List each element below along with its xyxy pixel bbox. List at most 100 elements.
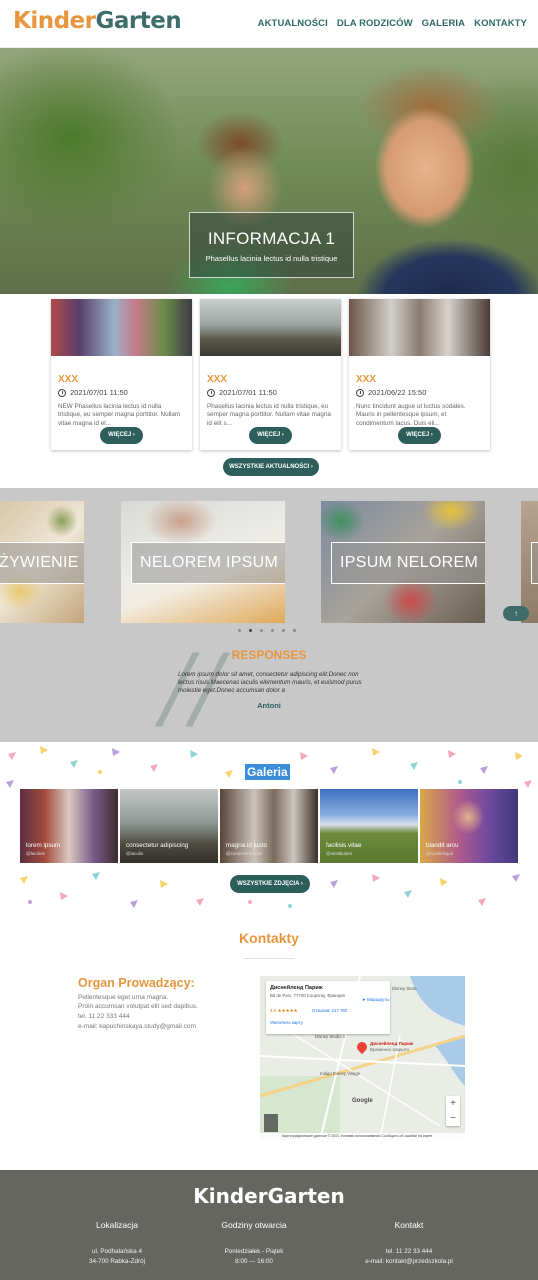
google-logo: Google — [352, 1098, 373, 1104]
news-card: XXX 2021/07/01 11:50 Phasellus lacinia l… — [200, 299, 341, 450]
carousel-dot[interactable] — [282, 629, 285, 632]
news-card-title[interactable]: XXX — [58, 374, 78, 385]
responses-text: Lorem ipsum dolor sit amet, consectetur … — [178, 671, 362, 694]
organ-title: Organ Prowadzący: — [78, 976, 195, 990]
clock-icon — [207, 388, 215, 397]
responses-author: Antoni — [257, 701, 281, 710]
logo-text-garten: Garten — [95, 8, 182, 34]
hero-title: INFORMACJA 1 — [207, 229, 336, 248]
gallery-subcaption: @iaculis — [126, 851, 144, 856]
footer-line: ul. Podhalańska 4 — [91, 1248, 143, 1255]
carousel-dot-active[interactable] — [249, 629, 252, 632]
map-route-link[interactable]: ➤ Маршруты — [362, 997, 389, 1003]
gallery-title: Galeria — [245, 764, 290, 780]
gallery-item[interactable]: facilisis vitae @vestibulum — [320, 789, 418, 863]
chevron-right-icon: › — [132, 432, 135, 438]
main-nav: AKTUALNOŚCI DLA RODZICÓW GALERIA KONTAKT… — [258, 18, 527, 29]
news-card-date: 2021/07/01 11:50 — [58, 388, 128, 397]
gallery-caption: facilisis vitae — [326, 842, 362, 849]
gallery-subcaption: @facilisis — [26, 851, 46, 856]
gallery-subcaption: @vestibulum — [326, 851, 353, 856]
scroll-to-top-button[interactable]: ↑ — [503, 606, 529, 621]
more-button-label: WIĘCEJ — [108, 432, 132, 438]
nav-link-aktualnosci[interactable]: AKTUALNOŚCI — [258, 18, 328, 29]
organ-phone: tel. 11 22 333 444 — [78, 1013, 130, 1020]
gallery-caption: magna id justo — [226, 842, 267, 849]
gallery-caption: blandit arcu — [426, 842, 459, 849]
carousel-slide[interactable]: IPSUM NELOREM — [321, 501, 485, 623]
footer-logo[interactable]: KinderGarten — [0, 1184, 538, 1208]
footer-line: 34-700 Rabka-Zdrój — [88, 1257, 145, 1265]
news-card-date: 2021/06/22 15:50 — [356, 388, 426, 397]
all-photos-label: WSZYSTKIE ZDJĘCIA — [237, 881, 300, 887]
nav-link-galeria[interactable]: GALERIA — [422, 18, 465, 29]
carousel-dot[interactable] — [271, 629, 274, 632]
map-attribution[interactable]: Картографические данные © 2021 Условия и… — [260, 1133, 465, 1140]
footer-column-location: Lokalizacja ul. Podhalańska 4 34-700 Rab… — [47, 1220, 187, 1266]
gallery-item[interactable]: magna id justo @consectetur|nisl — [220, 789, 318, 863]
news-card: XXX 2021/07/01 11:50 NEW Phasellus lacin… — [51, 299, 192, 450]
carousel-slide[interactable]: NELOREM IPSUM — [121, 501, 285, 623]
carousel-section: ŻYWIENIE NELOREM IPSUM IPSUM NELOREM ↑ /… — [0, 488, 538, 742]
gallery-caption: lorem ipsum — [26, 842, 61, 849]
gallery-row: lorem ipsum @facilisis consectetur adipi… — [20, 789, 518, 863]
clock-icon — [356, 388, 364, 397]
map-place-label: Disney Studio 1 — [315, 1034, 346, 1039]
gallery-item[interactable]: lorem ipsum @facilisis — [20, 789, 118, 863]
map-info-card: Диснейленд Париж Bd de Parc, 77700 Coupv… — [266, 981, 390, 1034]
news-card-title[interactable]: XXX — [207, 374, 227, 385]
map-zoom-controls: + − — [446, 1096, 460, 1126]
all-photos-button[interactable]: WSZYSTKIE ZDJĘCIA › — [230, 875, 310, 893]
news-card-more-button[interactable]: WIĘCEJ › — [398, 427, 441, 444]
slide-label: NELOREM IPSUM — [131, 542, 285, 584]
news-card-more-button[interactable]: WIĘCEJ › — [249, 427, 292, 444]
hero-caption-box[interactable]: INFORMACJA 1 Phasellus lacinia lectus id… — [189, 212, 354, 278]
footer-heading: Kontakt — [394, 1220, 424, 1230]
map-place-label: Indigo Disney Village — [320, 1071, 361, 1076]
news-card-date-text: 2021/06/22 15:50 — [368, 388, 427, 397]
organ-line: Proin accumsan volutpat elit sed dapibus… — [78, 1003, 198, 1010]
footer-heading: Lokalizacja — [95, 1220, 139, 1230]
gallery-caption: consectetur adipiscing — [126, 842, 189, 849]
carousel-dot[interactable] — [238, 629, 241, 632]
news-card-more-button[interactable]: WIĘCEJ › — [100, 427, 143, 444]
gallery-item[interactable]: blandit arcu @scelerisque — [420, 789, 518, 863]
carousel-slide[interactable]: ŻYWIENIE — [0, 501, 84, 623]
carousel-dot[interactable] — [260, 629, 263, 632]
nav-link-kontakty[interactable]: KONTAKTY — [474, 18, 527, 29]
carousel-slide-partial[interactable] — [521, 501, 538, 623]
news-card-image[interactable] — [200, 299, 341, 356]
map-place-label: Disney Store — [392, 986, 417, 991]
news-cards: XXX 2021/07/01 11:50 NEW Phasellus lacin… — [51, 299, 490, 450]
news-card-image[interactable] — [349, 299, 490, 356]
gallery-item[interactable]: consectetur adipiscing @iaculis — [120, 789, 218, 863]
embedded-map[interactable]: Disney Studio 1 Indigo Disney Village Di… — [260, 976, 465, 1140]
zoom-in-button[interactable]: + — [446, 1096, 460, 1111]
map-route-label: Маршруты — [367, 997, 390, 1002]
gallery-subcaption: @consectetur|nisl — [226, 851, 262, 856]
map-larger-link[interactable]: Увеличить карту — [270, 1020, 303, 1025]
map-reviews-link[interactable]: Отзывов: 217 782 — [312, 1008, 347, 1013]
map-place-name: Диснейленд Париж — [270, 985, 323, 991]
footer-column-contact: Kontakt tel. 11 22 33 444 e-mail: kontak… — [339, 1220, 479, 1266]
map-pin-status: Временно закрыто — [370, 1046, 410, 1052]
carousel-dot[interactable] — [293, 629, 296, 632]
news-card-title[interactable]: XXX — [356, 374, 376, 385]
nav-link-dla-rodzicow[interactable]: DLA RODZICÓW — [337, 18, 413, 29]
slide-label: ŻYWIENIE — [0, 542, 84, 584]
more-button-label: WIĘCEJ — [406, 432, 430, 438]
clock-icon — [58, 388, 66, 397]
chevron-right-icon: › — [281, 432, 284, 438]
organ-email[interactable]: e-mail: kapuchinskaya.study@gmail.com — [78, 1023, 196, 1030]
slide-label: IPSUM NELOREM — [331, 542, 485, 584]
site-logo[interactable]: KinderGarten — [13, 8, 182, 34]
chevron-right-icon: › — [430, 432, 433, 438]
zoom-out-button[interactable]: − — [446, 1111, 460, 1126]
footer-email[interactable]: e-mail: kontakt@przedszkola.pl — [339, 1257, 479, 1267]
footer-line: 8:00 — 16:00 — [235, 1257, 273, 1265]
news-card-date-text: 2021/07/01 11:50 — [70, 388, 128, 397]
site-header: KinderGarten AKTUALNOŚCI DLA RODZICÓW GA… — [0, 0, 538, 48]
all-news-button[interactable]: WSZYSTKIE AKTUALNOŚCI › — [223, 458, 319, 476]
hero-banner-image: INFORMACJA 1 Phasellus lacinia lectus id… — [0, 48, 538, 294]
news-card-image[interactable] — [51, 299, 192, 356]
